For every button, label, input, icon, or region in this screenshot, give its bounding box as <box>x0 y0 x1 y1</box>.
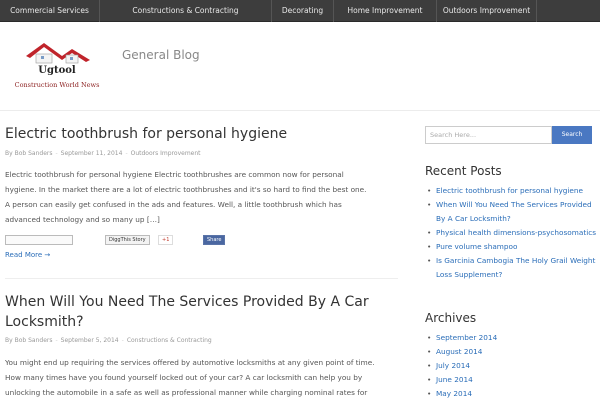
excerpt-line: How many times have you found yourself l… <box>5 373 363 382</box>
post-title-line: When Will You Need The Services Provided… <box>5 294 369 310</box>
archive-link[interactable]: September 2014 <box>425 331 597 345</box>
post-meta: By Bob Sanders - September 11, 2014- Outdoo… <box>5 150 201 157</box>
digg-button[interactable]: DiggThis Story <box>105 235 150 245</box>
recent-post-link[interactable]: Physical health dimensions-psychosomatic… <box>425 226 597 240</box>
nav-item-home-improvement[interactable]: Home Improvement <box>334 0 437 22</box>
post-title[interactable]: Electric toothbrush for personal hygiene <box>5 124 287 144</box>
post-title[interactable]: When Will You Need The Services Provided… <box>5 292 369 332</box>
top-navigation: Commercial Services Constructions & Cont… <box>0 0 600 22</box>
house-roof-icon <box>26 43 90 64</box>
meta-author[interactable]: Bob Sanders <box>15 337 53 344</box>
recent-post-link[interactable]: Electric toothbrush for personal hygiene <box>425 184 597 198</box>
share-count-box[interactable] <box>5 235 73 245</box>
archives-heading: Archives <box>425 311 477 325</box>
excerpt-line: advanced technology and so many up […] <box>5 215 160 224</box>
post-meta: By Bob Sanders - September 5, 2014- Constru… <box>5 337 212 344</box>
excerpt-line: A person can easily get confused in the … <box>5 200 342 209</box>
search-input[interactable]: Search Here... <box>425 126 552 144</box>
recent-post-link[interactable]: Pure volume shampoo <box>425 240 597 254</box>
archive-link[interactable]: May 2014 <box>425 387 597 400</box>
facebook-share-button[interactable]: Share <box>203 235 226 245</box>
search-button[interactable]: Search <box>552 126 592 144</box>
post-divider <box>5 278 398 279</box>
archives-list: September 2014 August 2014 July 2014 Jun… <box>425 331 597 400</box>
recent-posts-list: Electric toothbrush for personal hygiene… <box>425 184 597 282</box>
nav-item-outdoors-improvement[interactable]: Outdoors Improvement <box>437 0 537 22</box>
nav-item-decorating[interactable]: Decorating <box>272 0 334 22</box>
site-logo[interactable]: Ugtool Construction World News <box>6 40 108 98</box>
read-more-link[interactable]: Read More → <box>5 251 50 259</box>
google-plus-button[interactable]: +1 <box>158 235 174 245</box>
meta-date: September 5, 2014 <box>60 337 119 344</box>
logo-tagline: Construction World News <box>14 81 100 89</box>
meta-category[interactable]: Outdoors Improvement <box>131 150 201 157</box>
meta-category[interactable]: Constructions & Contracting <box>127 337 212 344</box>
header-divider <box>0 110 600 111</box>
excerpt-line: Electric toothbrush for personal hygiene… <box>5 170 344 179</box>
meta-by: By <box>5 337 13 344</box>
post-excerpt: You might end up requiring the services … <box>5 355 398 400</box>
nav-item-constructions-contracting[interactable]: Constructions & Contracting <box>100 0 272 22</box>
meta-author[interactable]: Bob Sanders <box>15 150 53 157</box>
meta-by: By <box>5 150 13 157</box>
archive-link[interactable]: June 2014 <box>425 373 597 387</box>
logo-brand: Ugtool <box>38 65 76 76</box>
archive-link[interactable]: August 2014 <box>425 345 597 359</box>
nav-item-commercial-services[interactable]: Commercial Services <box>0 0 100 22</box>
excerpt-line: hygiene. In the market there are a lot o… <box>5 185 367 194</box>
post-title-line: Locksmith? <box>5 314 84 330</box>
recent-posts-heading: Recent Posts <box>425 164 502 178</box>
site-title[interactable]: General Blog <box>122 48 200 62</box>
meta-date: September 11, 2014 <box>60 150 123 157</box>
archive-link[interactable]: July 2014 <box>425 359 597 373</box>
recent-post-link[interactable]: Is Garcinia Cambogia The Holy Grail Weig… <box>425 254 597 282</box>
excerpt-line: You might end up requiring the services … <box>5 358 375 367</box>
post-excerpt: Electric toothbrush for personal hygiene… <box>5 167 398 227</box>
recent-post-link[interactable]: When Will You Need The Services Provided… <box>425 198 597 226</box>
excerpt-line: unlocking the automobile in a safe as we… <box>5 388 368 397</box>
